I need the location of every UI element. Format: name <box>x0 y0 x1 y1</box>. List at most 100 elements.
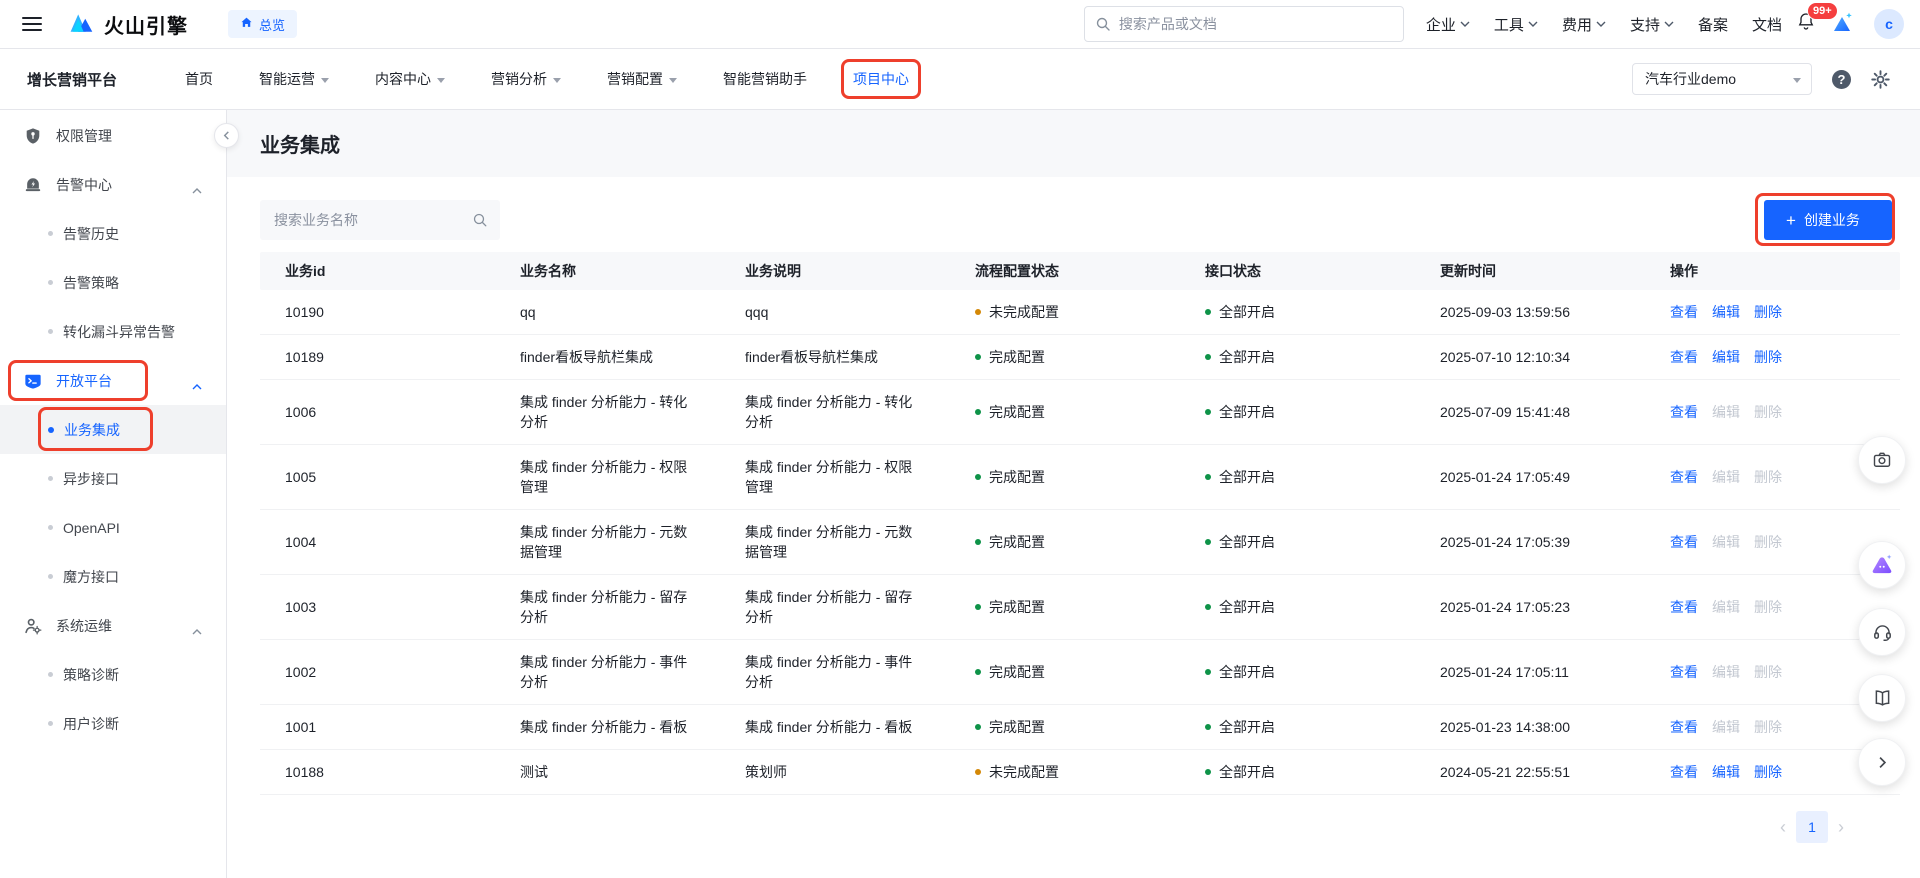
delete-link[interactable]: 删除 <box>1754 662 1782 682</box>
global-search-input[interactable] <box>1084 6 1404 42</box>
view-link[interactable]: 查看 <box>1670 717 1698 737</box>
cell-updated-time: 2024-05-21 22:55:51 <box>1415 750 1645 794</box>
headset-icon <box>1872 622 1893 643</box>
sidebar-item-open-platform[interactable]: 开放平台 <box>0 356 226 405</box>
sidebar-item-cube-api[interactable]: 魔方接口 <box>0 552 226 601</box>
api-status-dot <box>1205 769 1211 775</box>
hamburger-menu-icon[interactable] <box>22 17 42 31</box>
sidebar-item-async-api[interactable]: 异步接口 <box>0 454 226 503</box>
flow-status-label: 未完成配置 <box>989 762 1059 782</box>
cell-business-name: finder看板导航栏集成 <box>495 335 720 379</box>
menu-tools[interactable]: 工具 <box>1494 14 1538 35</box>
sidebar-collapse-button[interactable] <box>214 123 239 148</box>
delete-link[interactable]: 删除 <box>1754 302 1782 322</box>
project-select[interactable]: 汽车行业demo <box>1632 63 1812 95</box>
page-number-current[interactable]: 1 <box>1796 811 1828 843</box>
sidebar-item-business-integration[interactable]: 业务集成 <box>0 405 226 454</box>
delete-link[interactable]: 删除 <box>1754 532 1782 552</box>
chevron-down-icon <box>1528 21 1538 27</box>
nav-content-center[interactable]: 内容中心 <box>375 69 445 89</box>
page-prev-icon[interactable]: ‹ <box>1780 818 1786 836</box>
sidebar-item-policy-diagnosis[interactable]: 策略诊断 <box>0 650 226 699</box>
nav-marketing-analysis[interactable]: 营销分析 <box>491 69 561 89</box>
page-next-icon[interactable]: › <box>1838 818 1844 836</box>
nav-smart-marketing-assistant[interactable]: 智能营销助手 <box>723 69 807 89</box>
menu-billing[interactable]: 费用 <box>1562 14 1606 35</box>
nav-smart-operation[interactable]: 智能运营 <box>259 69 329 89</box>
customer-service-button[interactable] <box>1858 608 1906 656</box>
ai-helper-button[interactable] <box>1858 541 1906 589</box>
view-link[interactable]: 查看 <box>1670 762 1698 782</box>
delete-link[interactable]: 删除 <box>1754 402 1782 422</box>
edit-link[interactable]: 编辑 <box>1712 762 1740 782</box>
plus-icon: + <box>1786 212 1796 229</box>
cell-business-desc: 集成 finder 分析能力 - 事件分析 <box>720 640 950 704</box>
edit-link[interactable]: 编辑 <box>1712 347 1740 367</box>
menu-enterprise[interactable]: 企业 <box>1426 14 1470 35</box>
table-row: 1003 集成 finder 分析能力 - 留存分析 集成 finder 分析能… <box>260 575 1900 640</box>
sidebar-item-alert-center[interactable]: 告警中心 <box>0 160 226 209</box>
flow-status-dot <box>975 474 981 480</box>
cell-api-status: 全部开启 <box>1180 650 1415 694</box>
global-search <box>1084 6 1404 42</box>
camera-icon <box>1872 450 1892 470</box>
view-link[interactable]: 查看 <box>1670 467 1698 487</box>
notification-bell-button[interactable]: 99+ <box>1796 11 1816 37</box>
volcengine-logo[interactable]: 火山引擎 <box>68 9 188 40</box>
sidebar-item-alert-history[interactable]: 告警历史 <box>0 209 226 258</box>
view-link[interactable]: 查看 <box>1670 532 1698 552</box>
delete-link[interactable]: 删除 <box>1754 717 1782 737</box>
edit-link[interactable]: 编辑 <box>1712 597 1740 617</box>
view-link[interactable]: 查看 <box>1670 662 1698 682</box>
nav-marketing-config[interactable]: 营销配置 <box>607 69 677 89</box>
settings-gear-icon[interactable] <box>1871 70 1890 89</box>
sidebar-item-system-ops[interactable]: 系统运维 <box>0 601 226 650</box>
delete-link[interactable]: 删除 <box>1754 597 1782 617</box>
view-link[interactable]: 查看 <box>1670 597 1698 617</box>
table-row: 1001 集成 finder 分析能力 - 看板 集成 finder 分析能力 … <box>260 705 1900 750</box>
cell-business-desc: 策划师 <box>720 750 950 794</box>
menu-support[interactable]: 支持 <box>1630 14 1674 35</box>
edit-link[interactable]: 编辑 <box>1712 402 1740 422</box>
view-link[interactable]: 查看 <box>1670 302 1698 322</box>
sidebar-item-user-diagnosis[interactable]: 用户诊断 <box>0 699 226 748</box>
user-avatar[interactable]: c <box>1874 9 1904 39</box>
delete-link[interactable]: 删除 <box>1754 467 1782 487</box>
cell-business-name: qq <box>495 290 720 334</box>
view-link[interactable]: 查看 <box>1670 402 1698 422</box>
user-gear-icon <box>24 617 42 635</box>
cell-updated-time: 2025-01-24 17:05:39 <box>1415 520 1645 564</box>
cell-business-name: 集成 finder 分析能力 - 事件分析 <box>495 640 720 704</box>
panel-expand-button[interactable] <box>1858 738 1906 786</box>
edit-link[interactable]: 编辑 <box>1712 717 1740 737</box>
edit-link[interactable]: 编辑 <box>1712 467 1740 487</box>
caret-down-icon <box>669 78 677 83</box>
sidebar-item-alert-policy[interactable]: 告警策略 <box>0 258 226 307</box>
sidebar-item-funnel-anomaly-alert[interactable]: 转化漏斗异常告警 <box>0 307 226 356</box>
docs-book-button[interactable] <box>1858 674 1906 722</box>
screenshot-camera-button[interactable] <box>1858 436 1906 484</box>
edit-link[interactable]: 编辑 <box>1712 532 1740 552</box>
business-search-input[interactable] <box>260 200 500 240</box>
delete-link[interactable]: 删除 <box>1754 347 1782 367</box>
delete-link[interactable]: 删除 <box>1754 762 1782 782</box>
menu-docs[interactable]: 文档 <box>1752 14 1782 35</box>
sidebar-item-permission-management[interactable]: 权限管理 <box>0 111 226 160</box>
bullet-icon <box>48 329 53 334</box>
sidebar-item-openapi[interactable]: OpenAPI <box>0 503 226 552</box>
cell-business-desc: finder看板导航栏集成 <box>720 335 950 379</box>
view-link[interactable]: 查看 <box>1670 347 1698 367</box>
edit-link[interactable]: 编辑 <box>1712 662 1740 682</box>
bullet-icon <box>48 280 53 285</box>
menu-icp-filing[interactable]: 备案 <box>1698 14 1728 35</box>
api-status-label: 全部开启 <box>1219 762 1275 782</box>
overview-button[interactable]: 总览 <box>228 10 297 38</box>
cell-business-id: 1001 <box>260 705 495 749</box>
edit-link[interactable]: 编辑 <box>1712 302 1740 322</box>
nav-project-center[interactable]: 项目中心 <box>853 69 909 89</box>
help-icon[interactable]: ? <box>1832 70 1851 89</box>
cell-flow-status: 完成配置 <box>950 335 1180 379</box>
cell-operations: 查看 编辑 删除 <box>1645 390 1900 434</box>
nav-home[interactable]: 首页 <box>185 69 213 89</box>
create-business-button[interactable]: + 创建业务 <box>1764 200 1892 240</box>
